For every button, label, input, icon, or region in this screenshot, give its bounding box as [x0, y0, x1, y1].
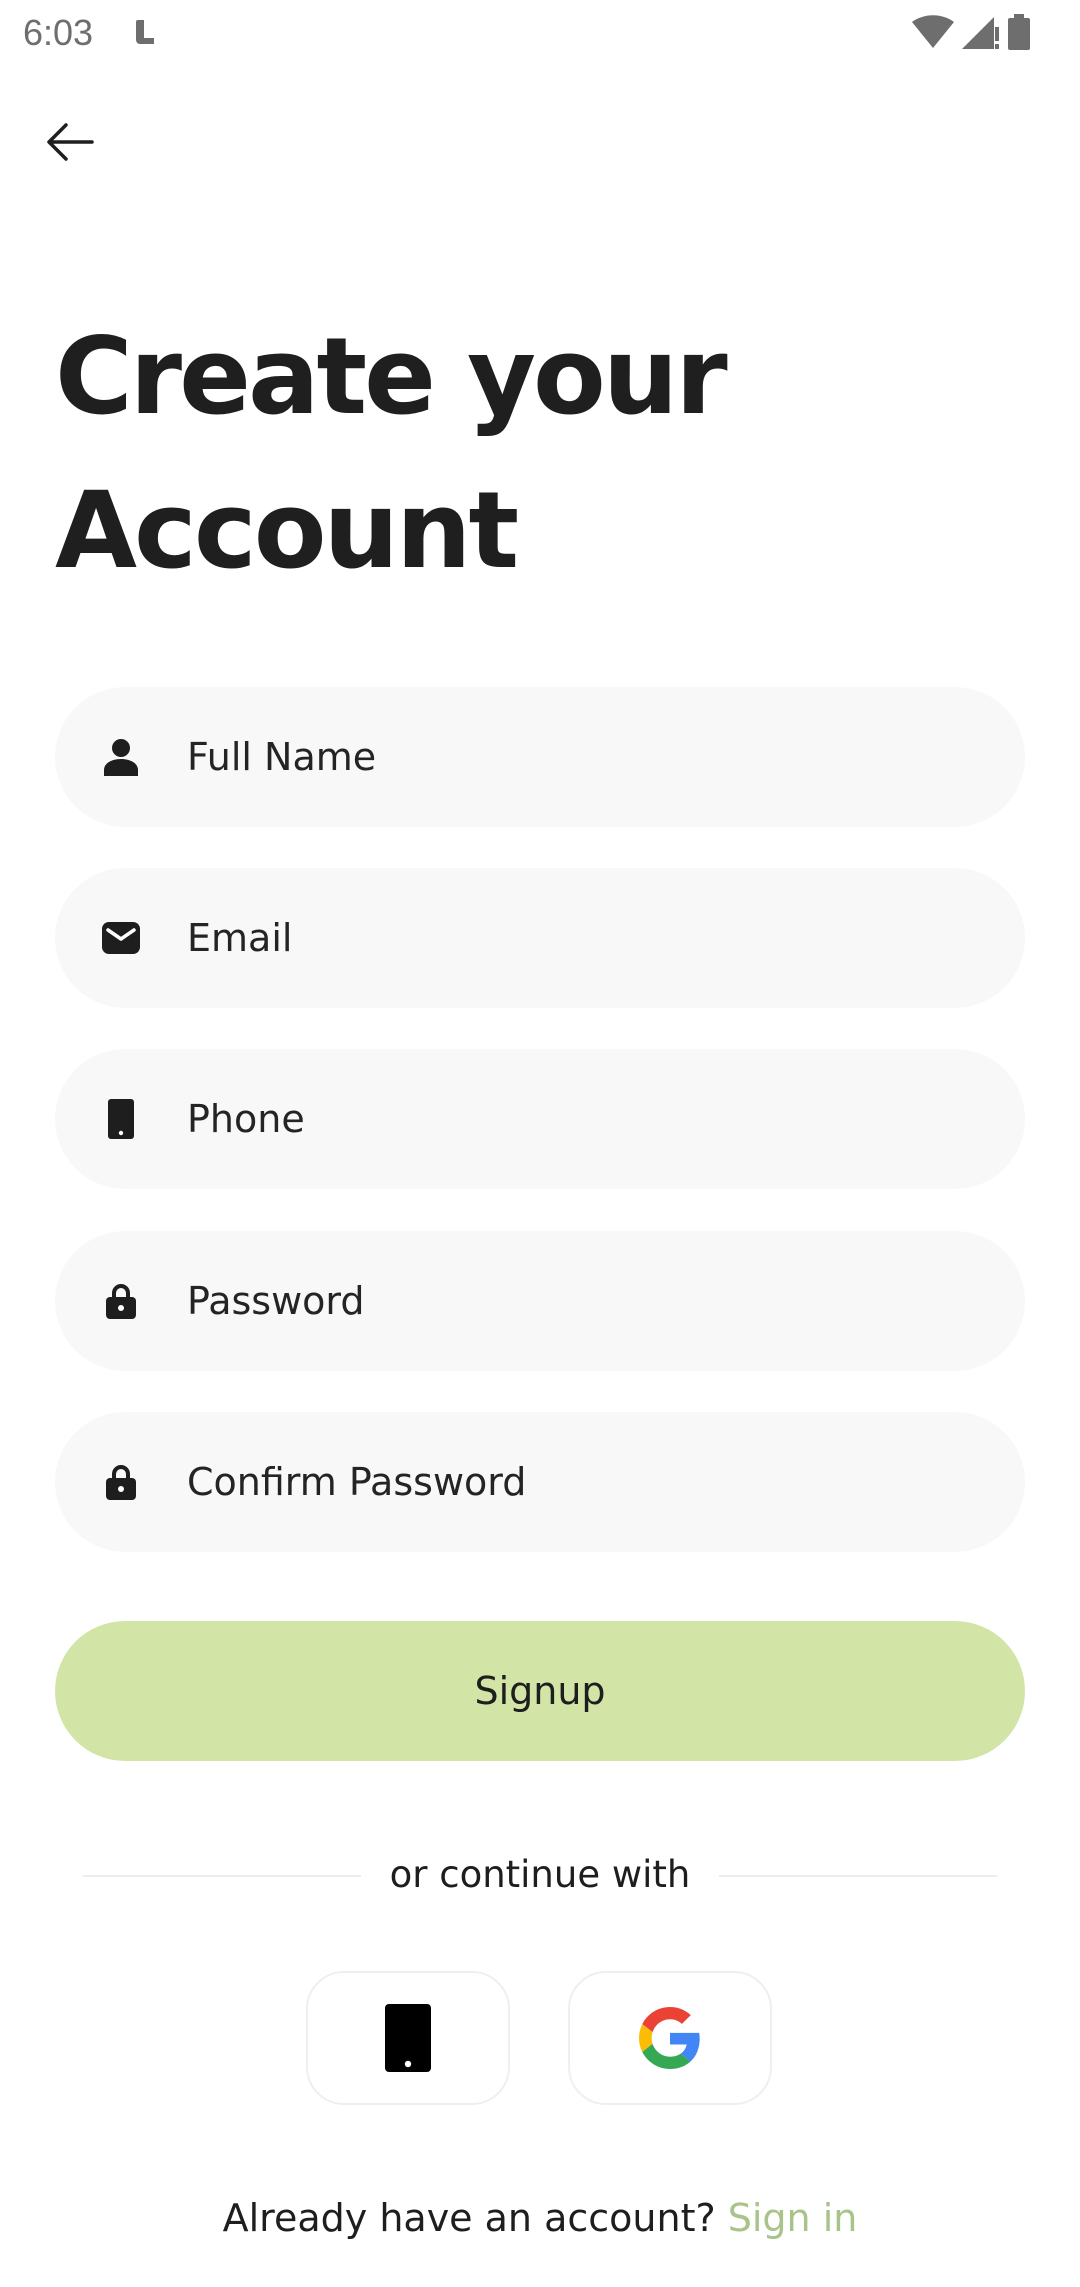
phone-icon: [385, 2004, 431, 2072]
google-icon: [639, 2007, 700, 2069]
password-input[interactable]: [187, 1231, 985, 1371]
person-icon: [101, 737, 141, 777]
confirm-password-field[interactable]: [55, 1412, 1025, 1552]
signin-prompt-text: Already have an account?: [222, 2196, 716, 2240]
lock-icon: [101, 1281, 141, 1321]
status-bar: 6:03: [0, 0, 1080, 66]
page-title-line-1: Create your: [55, 315, 728, 438]
signal-icon: [962, 17, 999, 49]
signup-button[interactable]: Signup: [55, 1621, 1025, 1761]
battery-icon: [1008, 14, 1030, 50]
phone-signin-button[interactable]: [306, 1971, 510, 2105]
full-name-field[interactable]: [55, 687, 1025, 827]
wifi-icon: [912, 15, 954, 48]
mail-icon: [101, 918, 141, 958]
page-title-line-2: Account: [55, 469, 519, 592]
divider-line-right: [719, 1875, 997, 1877]
phone-field[interactable]: [55, 1049, 1025, 1189]
lock-icon: [101, 1462, 141, 1502]
arrow-left-icon: [47, 123, 94, 161]
status-time: 6:03: [23, 12, 94, 53]
signin-prompt: Already have an account? Sign in: [0, 2193, 1080, 2243]
phone-input[interactable]: [187, 1049, 985, 1189]
phone-icon: [101, 1099, 141, 1139]
back-button[interactable]: [40, 112, 100, 172]
signin-link[interactable]: Sign in: [728, 2196, 858, 2240]
password-field[interactable]: [55, 1231, 1025, 1371]
google-signin-button[interactable]: [568, 1971, 772, 2105]
full-name-input[interactable]: [187, 687, 985, 827]
notification-icon: [136, 20, 154, 44]
page-title: Create your Account: [55, 300, 728, 608]
status-icons: [912, 14, 1030, 50]
or-continue-divider: or continue with: [83, 1850, 997, 1900]
confirm-password-input[interactable]: [187, 1412, 985, 1552]
email-field[interactable]: [55, 868, 1025, 1008]
email-input[interactable]: [187, 868, 985, 1008]
